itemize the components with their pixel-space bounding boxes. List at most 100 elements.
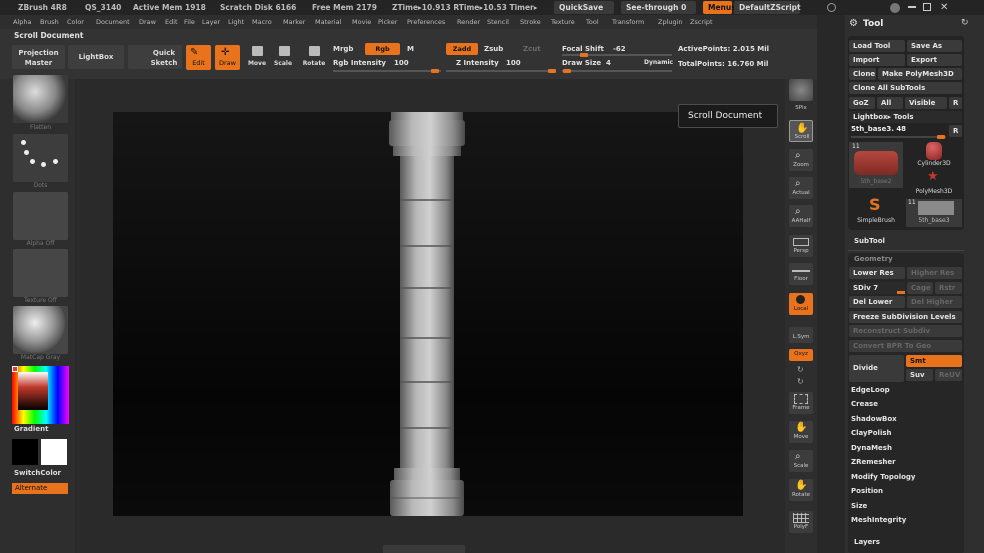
matcap-thumb[interactable] xyxy=(13,306,68,354)
size-section[interactable]: Size xyxy=(851,502,867,510)
brush-flatten-thumb[interactable] xyxy=(13,75,68,123)
menu-tool[interactable]: Tool xyxy=(586,15,599,29)
quicksave-button[interactable]: QuickSave xyxy=(554,1,614,14)
zoom-button[interactable]: ⌕ Zoom xyxy=(789,149,813,171)
rotate-y-icon[interactable]: ↻ xyxy=(797,365,804,374)
draw-size-slider[interactable] xyxy=(562,69,672,73)
scroll-button[interactable]: ✋ Scroll xyxy=(789,120,813,142)
polyf-button[interactable]: PolyF xyxy=(789,511,813,533)
geometry-section[interactable]: Geometry xyxy=(854,255,893,263)
focal-shift-slider[interactable] xyxy=(562,53,672,57)
claypolish-section[interactable]: ClayPolish xyxy=(851,429,892,437)
tool-thumb-cylinder3d[interactable]: Cylinder3D xyxy=(906,142,962,170)
tool-thumb-polymesh3d[interactable]: ★ PolyMesh3D xyxy=(906,169,962,198)
focal-shift-knob[interactable] xyxy=(580,53,588,57)
menu-picker[interactable]: Picker xyxy=(378,15,397,29)
del-lower-button[interactable]: Del Lower xyxy=(849,296,905,308)
r-button[interactable]: R xyxy=(949,97,962,109)
menu-material[interactable]: Material xyxy=(315,15,341,29)
zsub-button[interactable]: Zsub xyxy=(484,45,503,53)
reconstruct-subdiv-button[interactable]: Reconstruct Subdiv xyxy=(849,325,962,337)
tool-panel-title[interactable]: Tool xyxy=(863,19,883,29)
persp-button[interactable]: Persp xyxy=(789,235,813,257)
tool-thumb-simplebrush[interactable]: S SimpleBrush xyxy=(849,195,903,228)
maximize-icon[interactable] xyxy=(923,3,931,11)
smt-toggle[interactable]: Smt xyxy=(906,355,962,367)
scale-view-button[interactable]: ⌕ Scale xyxy=(789,450,813,472)
minimize-icon[interactable] xyxy=(908,6,916,8)
rgb-intensity-knob[interactable] xyxy=(431,69,439,73)
menu-edit[interactable]: Edit xyxy=(165,15,178,29)
tool-thumb-5th-base3[interactable]: 11 5th_base3 xyxy=(906,199,962,227)
bottom-tray-handle[interactable] xyxy=(383,545,465,553)
zremesher-section[interactable]: ZRemesher xyxy=(851,458,896,466)
menu-stroke[interactable]: Stroke xyxy=(520,15,541,29)
lower-res-button[interactable]: Lower Res xyxy=(849,267,905,279)
modify-topology-section[interactable]: Modify Topology xyxy=(851,473,916,481)
subtool-section[interactable]: SubTool xyxy=(854,237,885,245)
rotate-view-button[interactable]: ✋ Rotate xyxy=(789,479,813,501)
rgb-button[interactable]: Rgb xyxy=(365,43,400,55)
frame-button[interactable]: Frame xyxy=(789,392,813,414)
alpha-thumb[interactable] xyxy=(13,192,68,240)
menu-file[interactable]: File xyxy=(184,15,195,29)
tool-slider-knob[interactable] xyxy=(937,135,945,139)
menu-macro[interactable]: Macro xyxy=(252,15,272,29)
menu-stencil[interactable]: Stencil xyxy=(487,15,509,29)
document-canvas[interactable] xyxy=(113,112,743,516)
import-button[interactable]: Import xyxy=(849,54,905,66)
load-tool-button[interactable]: Load Tool xyxy=(849,40,905,52)
floor-button[interactable]: Floor xyxy=(789,263,813,285)
lsym-button[interactable]: L.Sym xyxy=(789,327,813,343)
menu-draw[interactable]: Draw xyxy=(139,15,156,29)
menu-zplugin[interactable]: Zplugin xyxy=(658,15,683,29)
z-intensity-knob[interactable] xyxy=(548,69,556,73)
goz-button[interactable]: GoZ xyxy=(849,97,875,109)
rgb-intensity-slider[interactable] xyxy=(333,69,441,73)
edgeloop-section[interactable]: EdgeLoop xyxy=(851,386,890,394)
qxyz-button[interactable]: Qxyz xyxy=(789,349,813,361)
del-higher-button[interactable]: Del Higher xyxy=(907,296,962,308)
see-through-slider[interactable]: See-through 0 xyxy=(621,1,696,14)
export-button[interactable]: Export xyxy=(907,54,962,66)
menu-light[interactable]: Light xyxy=(228,15,244,29)
help-icon[interactable] xyxy=(827,3,836,12)
higher-res-button[interactable]: Higher Res xyxy=(907,267,962,279)
menus-button[interactable]: Menus xyxy=(703,1,736,14)
sdiv-knob[interactable] xyxy=(897,291,905,294)
zadd-button[interactable]: Zadd xyxy=(446,43,478,55)
reset-icon[interactable]: ↻ xyxy=(961,18,969,28)
rotate-z-icon[interactable]: ↻ xyxy=(797,377,804,386)
menu-color[interactable]: Color xyxy=(67,15,84,29)
mrgb-button[interactable]: Mrgb xyxy=(333,45,353,53)
z-intensity-slider[interactable] xyxy=(446,69,556,73)
tool-thumb-5th-base2[interactable]: 11 5th_base2 xyxy=(849,142,903,188)
make-polymesh-button[interactable]: Make PolyMesh3D xyxy=(878,68,962,80)
position-section[interactable]: Position xyxy=(851,487,883,495)
clone-all-subtools-button[interactable]: Clone All SubTools xyxy=(849,82,962,94)
color-picker[interactable] xyxy=(12,366,69,424)
quick-sketch-button[interactable]: Quick Sketch xyxy=(128,45,182,69)
local-button[interactable]: Local xyxy=(789,293,813,315)
gradient-label[interactable]: Gradient xyxy=(14,425,48,433)
menu-preferences[interactable]: Preferences xyxy=(407,15,445,29)
reuv-button[interactable]: ReUV xyxy=(935,369,962,381)
clone-button[interactable]: Clone xyxy=(849,68,876,80)
actual-button[interactable]: ⌕ Actual xyxy=(789,177,813,199)
default-zscript-button[interactable]: DefaultZScript xyxy=(734,1,801,14)
lightbox-tools-button[interactable]: Lightbox▸ Tools xyxy=(849,111,962,123)
shadowbox-section[interactable]: ShadowBox xyxy=(851,415,897,423)
meshintegrity-section[interactable]: MeshIntegrity xyxy=(851,516,906,524)
zcut-button[interactable]: Zcut xyxy=(523,45,541,53)
texture-thumb[interactable] xyxy=(13,249,68,297)
dynamic-button[interactable]: Dynamic xyxy=(644,59,673,66)
layers-section[interactable]: Layers xyxy=(854,538,880,546)
all-button[interactable]: All xyxy=(877,97,903,109)
menu-brush[interactable]: Brush xyxy=(40,15,59,29)
menu-transform[interactable]: Transform xyxy=(612,15,644,29)
rstr-button[interactable]: Rstr xyxy=(935,282,962,294)
secondary-color-swatch[interactable] xyxy=(12,439,38,465)
dynamesh-section[interactable]: DynaMesh xyxy=(851,444,892,452)
lightbox-button[interactable]: LightBox xyxy=(68,45,124,69)
color-square[interactable] xyxy=(18,372,48,410)
